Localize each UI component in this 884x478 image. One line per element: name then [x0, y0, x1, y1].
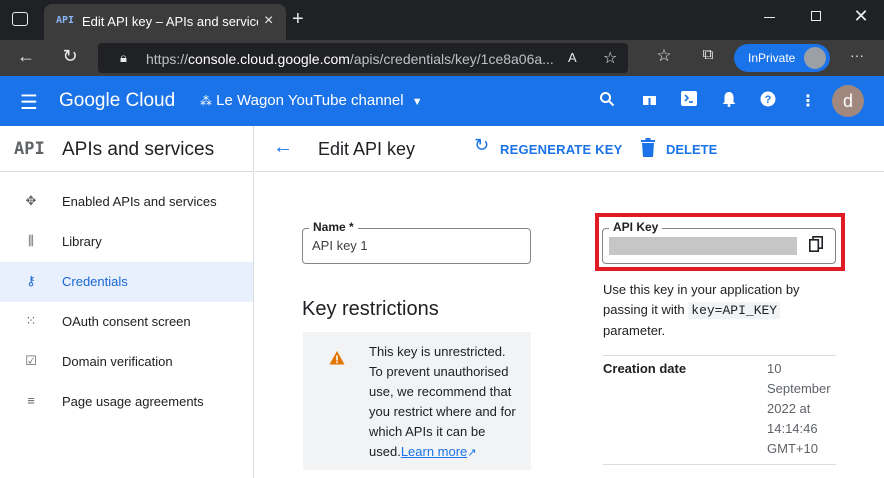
api-key-label: API Key [609, 220, 663, 234]
url-text: https://console.cloud.google.com/apis/cr… [146, 51, 554, 67]
favorites-icon[interactable]: ☆ [652, 46, 676, 66]
more-vert-icon[interactable]: ⋮ [797, 91, 819, 111]
name-field-label: Name * [309, 220, 358, 234]
redacted-key [609, 237, 797, 255]
api-badge-icon: API [14, 139, 45, 159]
open-in-new-icon: ↗ [467, 447, 477, 459]
gift-icon[interactable] [638, 91, 660, 111]
back-arrow-icon[interactable]: ← [273, 136, 293, 159]
svg-text:?: ? [765, 94, 772, 106]
name-field[interactable]: Name * [302, 220, 531, 264]
key-icon: ⚷ [26, 273, 36, 288]
library-icon: ⫼ [28, 233, 34, 248]
sidebar-item-label: Enabled APIs and services [62, 194, 217, 209]
page-title: Edit API key [318, 139, 416, 159]
learn-more-link[interactable]: Learn more [401, 444, 467, 459]
sidebar-title: APIs and services [62, 139, 215, 160]
page-toolbar: ← Edit API key ↻ REGENERATE KEY DELETE [255, 126, 884, 172]
sidebar-item-label: Page usage agreements [62, 394, 204, 409]
collections-icon[interactable]: ⧉ [696, 46, 720, 63]
sidebar-item-label: Credentials [62, 274, 128, 289]
unrestricted-warning: This key is unrestricted. To prevent una… [303, 332, 531, 470]
account-avatar[interactable]: d [832, 85, 864, 117]
divider [603, 355, 836, 356]
divider [603, 464, 836, 465]
creation-date-label: Creation date [603, 361, 687, 376]
refresh-icon[interactable]: ↻ [474, 135, 489, 156]
help-icon[interactable]: ? [757, 91, 779, 112]
sidebar: API APIs and services ✥ Enabled APIs and… [0, 126, 254, 478]
project-selector[interactable]: ⁂ Le Wagon YouTube channel ▼ [200, 92, 423, 109]
read-aloud-icon[interactable]: A [568, 50, 577, 65]
project-icon: ⁂ [200, 94, 212, 108]
sidebar-item-label: OAuth consent screen [62, 314, 191, 329]
sidebar-item-label: Library [62, 234, 102, 249]
profile-avatar [804, 47, 826, 69]
cloud-header: ☰ Google Cloud ⁂ Le Wagon YouTube channe… [0, 76, 884, 126]
settings-more-icon[interactable]: ··· [845, 47, 869, 63]
hub-icon: ✥ [25, 193, 37, 208]
sidebar-item-label: Domain verification [62, 354, 173, 369]
tab-title: Edit API key – APIs and services – [82, 14, 258, 29]
browser-tab[interactable]: API Edit API key – APIs and services – × [44, 4, 286, 40]
copy-icon[interactable] [809, 236, 823, 252]
sidebar-header: API APIs and services [0, 126, 254, 172]
creation-date-value: 10 September 2022 at 14:14:46 GMT+10 [767, 361, 831, 456]
sidebar-item-enabled-apis[interactable]: ✥ Enabled APIs and services [0, 182, 253, 222]
address-bar[interactable]: 🔒︎ https://console.cloud.google.com/apis… [98, 43, 628, 73]
api-key-field[interactable]: API Key [602, 220, 836, 264]
inprivate-button[interactable]: InPrivate [734, 44, 830, 72]
chevron-down-icon: ▼ [411, 96, 423, 108]
browser-title-bar: API Edit API key – APIs and services – ×… [0, 0, 884, 40]
new-tab-icon[interactable]: + [292, 8, 304, 31]
settings-list-icon: ≡ [27, 393, 35, 408]
back-arrow-icon[interactable]: ← [14, 46, 38, 67]
tab-actions-icon[interactable] [12, 12, 28, 26]
name-input[interactable] [312, 238, 512, 253]
inprivate-label: InPrivate [748, 51, 796, 65]
cloud-shell-icon[interactable] [678, 91, 700, 111]
google-cloud-logo[interactable]: Google Cloud [59, 90, 175, 112]
sidebar-item-domain-verification[interactable]: ☑ Domain verification [0, 342, 253, 382]
warning-text: This key is unrestricted. To prevent una… [369, 344, 516, 459]
key-param-code: key=API_KEY [688, 302, 781, 319]
tab-close-icon[interactable]: × [264, 12, 273, 30]
maximize-icon[interactable] [801, 11, 831, 21]
regenerate-key-button[interactable]: REGENERATE KEY [500, 142, 622, 157]
browser-toolbar: ← ↻ 🔒︎ https://console.cloud.google.com/… [0, 40, 884, 76]
trash-icon[interactable] [641, 138, 655, 158]
add-favorite-icon[interactable]: ☆ [603, 48, 617, 68]
delete-button[interactable]: DELETE [666, 142, 717, 157]
lock-icon: 🔒︎ [120, 50, 127, 65]
project-name: Le Wagon YouTube channel [216, 92, 404, 109]
warning-icon [329, 351, 345, 365]
consent-icon: ⁙ [25, 313, 37, 328]
notifications-icon[interactable] [718, 91, 740, 112]
api-favicon-icon: API [56, 15, 75, 26]
sidebar-item-page-usage[interactable]: ≡ Page usage agreements [0, 382, 253, 422]
sidebar-item-credentials[interactable]: ⚷ Credentials [0, 262, 253, 302]
api-key-help: Use this key in your application by pass… [603, 282, 800, 338]
key-restrictions-heading: Key restrictions [302, 298, 439, 320]
refresh-icon[interactable]: ↻ [58, 46, 82, 67]
minimize-icon[interactable] [754, 10, 784, 18]
sidebar-item-library[interactable]: ⫼ Library [0, 222, 253, 262]
checkbox-icon: ☑ [25, 353, 37, 368]
window-close-icon[interactable]: ✕ [846, 6, 876, 27]
search-icon[interactable] [596, 91, 618, 112]
sidebar-item-oauth-consent[interactable]: ⁙ OAuth consent screen [0, 302, 253, 342]
hamburger-menu-icon[interactable]: ☰ [20, 90, 38, 115]
